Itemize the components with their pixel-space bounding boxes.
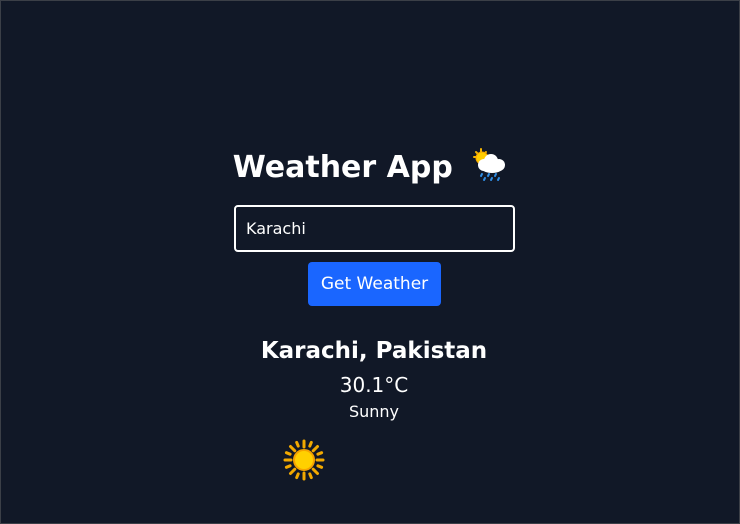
weather-location: Karachi, Pakistan: [260, 338, 488, 364]
city-search-input[interactable]: [234, 205, 515, 252]
page-title-text: Weather App: [232, 150, 453, 185]
weather-app-page: Weather App Get Weather: [0, 0, 740, 524]
sun-icon: [283, 439, 325, 481]
weather-temperature: 30.1°C: [339, 373, 409, 397]
sun-behind-rain-cloud-icon: [473, 148, 506, 181]
weather-condition: Sunny: [348, 402, 400, 421]
get-weather-button[interactable]: Get Weather: [308, 262, 441, 306]
page-title: Weather App: [1, 147, 739, 188]
